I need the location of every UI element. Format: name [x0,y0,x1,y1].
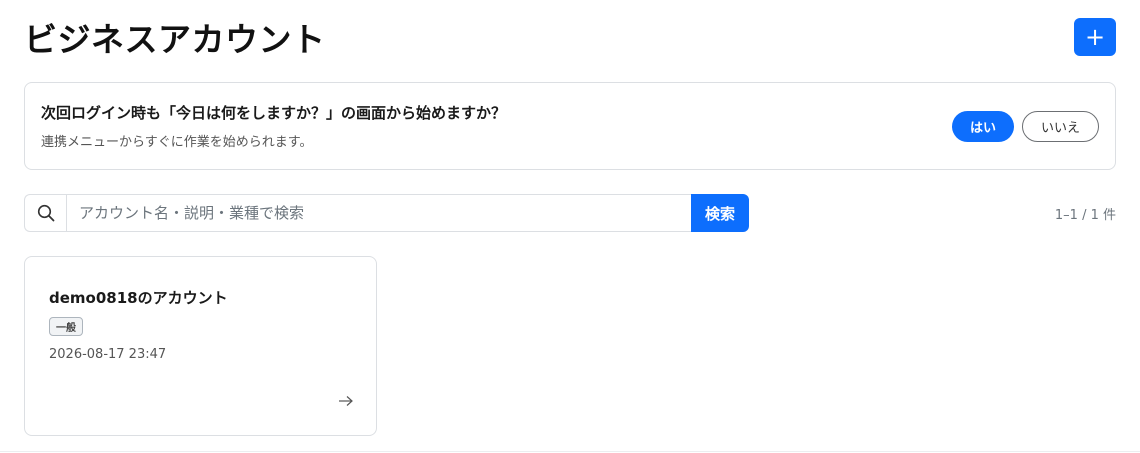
search-button[interactable]: 検索 [691,194,749,232]
account-card[interactable]: demo0818のアカウント 一般 2026-08-17 23:47 [24,256,377,436]
page-title: ビジネスアカウント [24,20,326,59]
no-button[interactable]: いいえ [1022,110,1099,142]
account-date: 2026-08-17 23:47 [49,347,167,362]
prompt-actions: はい いいえ [952,110,1099,142]
result-count: 1–1 / 1 件 [1054,207,1116,223]
search-icon-box [24,194,66,232]
search-group: 検索 [24,194,749,232]
plus-icon: + [1084,23,1106,51]
search-icon [37,204,54,222]
add-account-button[interactable]: + [1074,18,1116,56]
search-row: 検索 1–1 / 1 件 [24,194,1116,232]
prompt-subtext: 連携メニューからすぐに作業を始められます。 [41,135,313,150]
account-name: demo0818のアカウント [49,289,228,307]
page: ビジネスアカウント + 次回ログイン時も「今日は何をしますか？」の画面から始めま… [0,0,1140,453]
yes-button[interactable]: はい [952,110,1014,142]
prompt-question: 次回ログイン時も「今日は何をしますか？」の画面から始めますか？ [41,104,507,122]
account-type-badge: 一般 [49,317,83,336]
arrow-right-icon[interactable] [338,395,354,407]
search-input[interactable] [66,194,691,232]
start-screen-prompt: 次回ログイン時も「今日は何をしますか？」の画面から始めますか？ 連携メニューから… [24,82,1116,170]
bottom-divider [0,451,1140,452]
prompt-text: 次回ログイン時も「今日は何をしますか？」の画面から始めますか？ 連携メニューから… [41,102,506,150]
header: ビジネスアカウント + [24,14,1116,60]
